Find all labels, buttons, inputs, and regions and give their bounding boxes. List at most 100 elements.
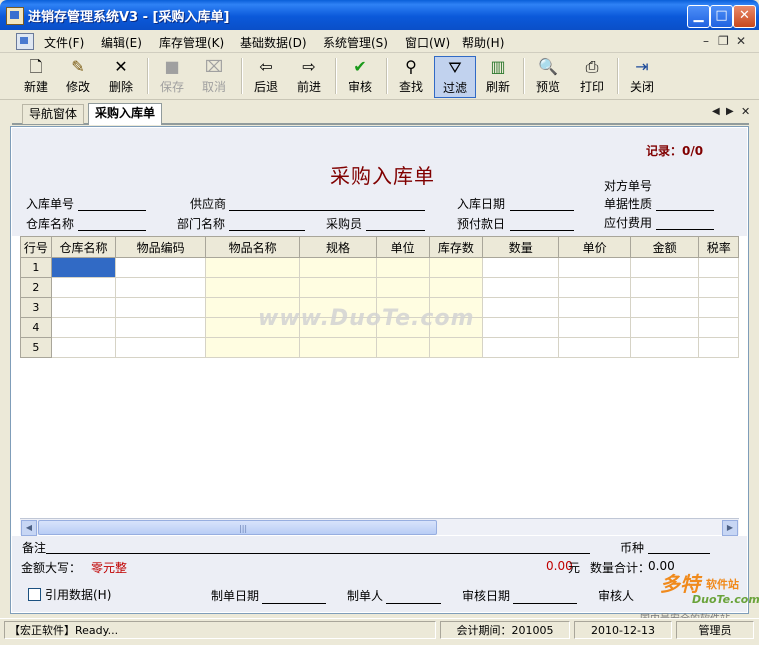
grid-cell[interactable]: [50, 277, 117, 298]
scroll-right-icon[interactable]: ▶: [722, 520, 738, 536]
column-header[interactable]: 税率: [698, 236, 739, 258]
column-header[interactable]: 物品名称: [204, 236, 301, 258]
grid-cell[interactable]: [204, 257, 301, 278]
detail-grid[interactable]: 行号 仓库名称 物品编码 物品名称 规格 单位 库存数 数量 单价 金额 税率 …: [20, 236, 739, 360]
tab-left-arrow-icon[interactable]: ◀: [712, 106, 720, 117]
preview-button[interactable]: 🔍 预览: [528, 56, 568, 98]
grid-cell[interactable]: [482, 317, 560, 338]
close-button[interactable]: ✕: [733, 5, 756, 28]
audit-button[interactable]: ✔ 审核: [340, 56, 380, 98]
menu-system[interactable]: 系统管理(S): [323, 34, 388, 51]
grid-cell[interactable]: [558, 257, 631, 278]
close-form-button[interactable]: ⇥ 关闭: [622, 56, 662, 98]
cancel-button[interactable]: ⌧ 取消: [194, 56, 234, 98]
grid-cell[interactable]: [629, 317, 700, 338]
cite-data-label[interactable]: 引用数据(H): [45, 586, 111, 603]
grid-cell[interactable]: [50, 317, 117, 338]
grid-cell[interactable]: [428, 257, 484, 278]
scroll-left-icon[interactable]: ◀: [21, 520, 37, 536]
payable-field[interactable]: [656, 229, 714, 230]
row-number[interactable]: 1: [20, 257, 52, 278]
table-row[interactable]: 5: [20, 337, 739, 358]
new-button[interactable]: 🗋 新建: [16, 56, 56, 98]
grid-cell[interactable]: [629, 277, 700, 298]
filter-button[interactable]: ⛛ 过滤: [434, 56, 476, 98]
find-button[interactable]: ⚲ 查找: [391, 56, 431, 98]
column-header[interactable]: 金额: [629, 236, 700, 258]
row-number[interactable]: 2: [20, 277, 52, 298]
in-date-field[interactable]: [510, 210, 574, 211]
grid-cell[interactable]: [299, 277, 377, 298]
buyer-field[interactable]: [366, 230, 425, 231]
grid-cell[interactable]: [428, 337, 484, 358]
menu-help[interactable]: 帮助(H): [462, 34, 504, 51]
grid-cell[interactable]: [482, 277, 560, 298]
column-header[interactable]: 仓库名称: [50, 236, 117, 258]
horizontal-scrollbar[interactable]: ◀ ||| ▶: [20, 518, 739, 536]
grid-cell[interactable]: [482, 297, 560, 318]
grid-cell[interactable]: [558, 277, 631, 298]
grid-cell[interactable]: [115, 337, 206, 358]
supplier-field[interactable]: [229, 210, 425, 211]
grid-cell[interactable]: [482, 337, 560, 358]
grid-cell[interactable]: [375, 257, 430, 278]
grid-cell[interactable]: [115, 297, 206, 318]
print-button[interactable]: ⎙ 打印: [572, 56, 612, 98]
audit-date-field[interactable]: [513, 603, 577, 604]
column-header[interactable]: 单位: [375, 236, 430, 258]
row-number[interactable]: 5: [20, 337, 52, 358]
grid-cell[interactable]: [375, 337, 430, 358]
scrollbar-thumb[interactable]: |||: [38, 520, 437, 535]
menu-base-data[interactable]: 基础数据(D): [240, 34, 307, 51]
grid-cell[interactable]: [115, 277, 206, 298]
remark-field[interactable]: [46, 553, 590, 554]
table-row[interactable]: 2: [20, 277, 739, 298]
grid-cell[interactable]: [204, 337, 301, 358]
refresh-button[interactable]: ▥ 刷新: [478, 56, 518, 98]
grid-cell[interactable]: [299, 257, 377, 278]
order-no-field[interactable]: [78, 210, 146, 211]
grid-cell[interactable]: [698, 257, 739, 278]
mdi-doc-icon[interactable]: [16, 33, 34, 50]
grid-cell[interactable]: [115, 317, 206, 338]
minimize-button[interactable]: ▁: [687, 5, 710, 28]
grid-cell[interactable]: [558, 337, 631, 358]
grid-cell[interactable]: [204, 277, 301, 298]
grid-cell[interactable]: [299, 337, 377, 358]
menu-window[interactable]: 窗口(W): [405, 34, 450, 51]
department-field[interactable]: [229, 230, 305, 231]
save-button[interactable]: ■ 保存: [152, 56, 192, 98]
make-date-field[interactable]: [262, 603, 326, 604]
grid-cell[interactable]: [50, 337, 117, 358]
grid-cell[interactable]: [50, 297, 117, 318]
grid-cell[interactable]: [629, 297, 700, 318]
grid-cell[interactable]: [698, 297, 739, 318]
column-header[interactable]: 规格: [299, 236, 377, 258]
menu-edit[interactable]: 编辑(E): [101, 34, 142, 51]
menu-inventory[interactable]: 库存管理(K): [159, 34, 224, 51]
maximize-button[interactable]: □: [710, 5, 733, 28]
grid-cell[interactable]: [482, 257, 560, 278]
row-number[interactable]: 3: [20, 297, 52, 318]
grid-cell[interactable]: [115, 257, 206, 278]
column-header[interactable]: 行号: [20, 236, 52, 258]
edit-button[interactable]: ✎ 修改: [58, 56, 98, 98]
column-header[interactable]: 数量: [482, 236, 560, 258]
warehouse-field[interactable]: [78, 230, 146, 231]
grid-cell[interactable]: [698, 317, 739, 338]
column-header[interactable]: 物品编码: [115, 236, 206, 258]
mdi-restore-button[interactable]: ❐: [718, 34, 729, 48]
delete-button[interactable]: ✕ 删除: [101, 56, 141, 98]
tab-navigation[interactable]: 导航窗体: [22, 104, 85, 124]
maker-field[interactable]: [386, 603, 441, 604]
doc-type-field[interactable]: [656, 210, 714, 211]
grid-cell[interactable]: [698, 277, 739, 298]
grid-cell[interactable]: [629, 257, 700, 278]
grid-cell[interactable]: [629, 337, 700, 358]
cite-data-checkbox[interactable]: [28, 588, 41, 601]
tab-close-icon[interactable]: ✕: [741, 105, 750, 118]
grid-cell[interactable]: [428, 277, 484, 298]
table-row[interactable]: 1: [20, 257, 739, 278]
forward-button[interactable]: ⇨ 前进: [289, 56, 329, 98]
grid-cell[interactable]: [558, 317, 631, 338]
